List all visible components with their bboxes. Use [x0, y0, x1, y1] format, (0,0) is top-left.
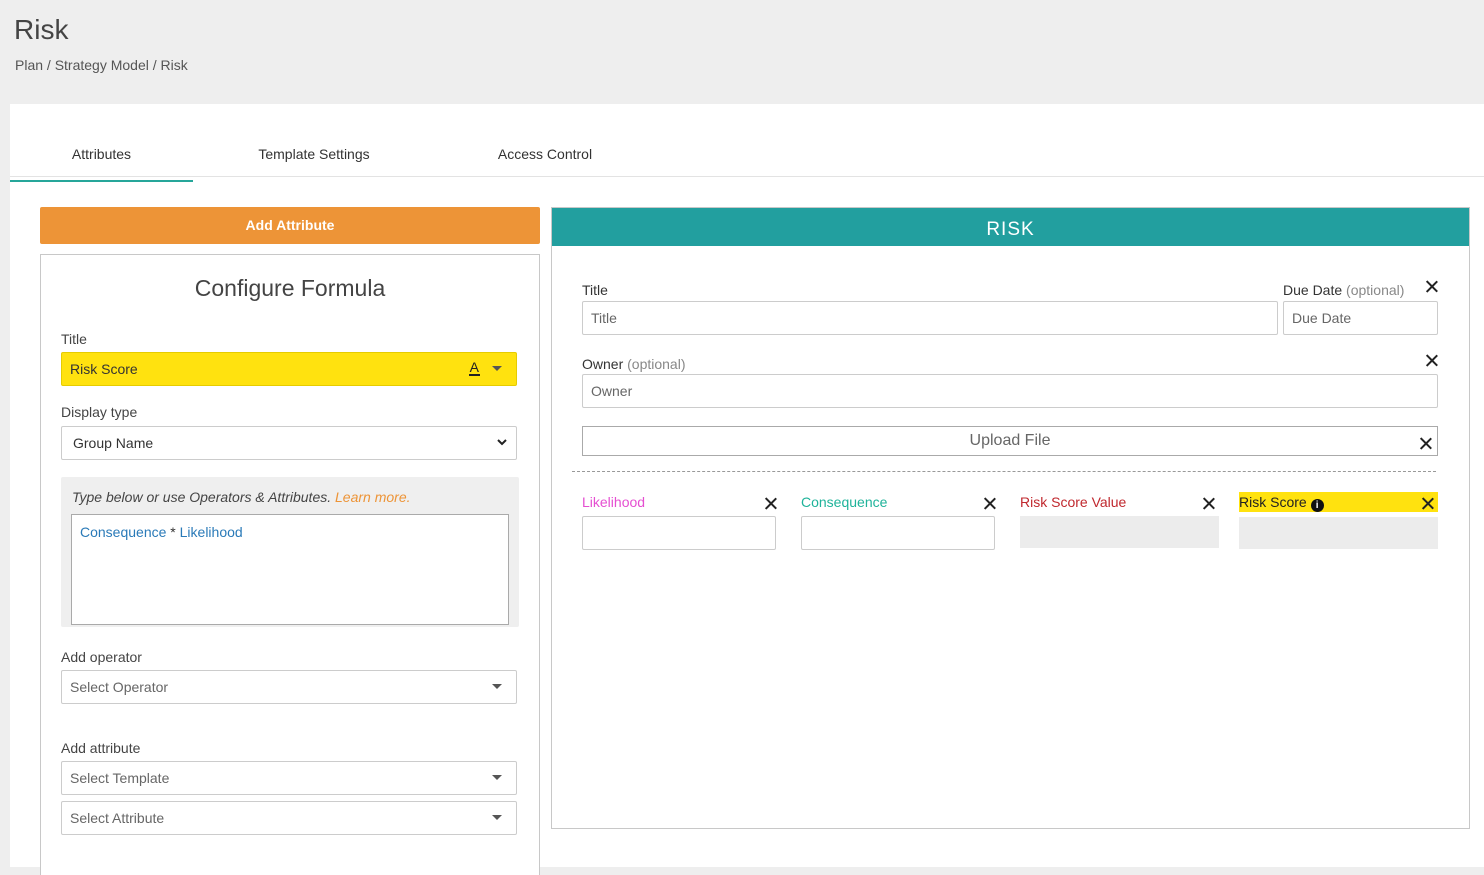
close-icon[interactable]	[1426, 281, 1437, 292]
tab-access-control[interactable]: Access Control	[430, 146, 660, 162]
chevron-down-icon	[497, 439, 507, 446]
formula-token[interactable]: Consequence	[80, 524, 166, 540]
title-label: Title	[61, 331, 87, 347]
template-select[interactable]: Select Template	[61, 761, 517, 795]
add-attribute-button[interactable]: Add Attribute	[40, 207, 540, 244]
chevron-down-icon[interactable]	[492, 366, 502, 371]
formula-editor: Type below or use Operators & Attributes…	[61, 477, 519, 627]
risk-header: RISK	[552, 208, 1469, 246]
consequence-label: Consequence	[801, 494, 888, 510]
formula-hint: Type below or use Operators & Attributes…	[72, 489, 411, 505]
display-type-select[interactable]: Group Name	[61, 426, 517, 460]
add-operator-label: Add operator	[61, 649, 142, 665]
formula-operator: *	[170, 524, 176, 540]
configure-formula-panel: Configure Formula Title Risk Score A Dis…	[40, 254, 540, 875]
close-icon[interactable]	[1426, 355, 1437, 366]
owner-input[interactable]: Owner	[582, 374, 1438, 408]
operator-select[interactable]: Select Operator	[61, 670, 517, 704]
info-icon[interactable]: i	[1310, 499, 1324, 512]
tab-attributes[interactable]: Attributes	[10, 146, 193, 182]
breadcrumb[interactable]: Plan / Strategy Model / Risk	[15, 57, 188, 73]
likelihood-input[interactable]	[582, 516, 776, 550]
formula-token[interactable]: Likelihood	[180, 524, 243, 540]
risk-score-field	[1239, 517, 1438, 549]
consequence-input[interactable]	[801, 516, 995, 550]
risk-preview-panel: RISK Title Title Due Date (optional) Due…	[551, 207, 1470, 829]
tab-template-settings[interactable]: Template Settings	[200, 146, 428, 162]
risk-title-input[interactable]: Title	[582, 301, 1278, 335]
owner-label: Owner (optional)	[582, 356, 686, 372]
due-date-input[interactable]: Due Date	[1283, 301, 1438, 335]
config-title: Configure Formula	[194, 275, 386, 301]
close-icon[interactable]	[1422, 498, 1433, 509]
main-card: Attributes Template Settings Access Cont…	[10, 104, 1484, 875]
upload-file-button[interactable]: Upload File	[582, 426, 1438, 456]
attribute-select[interactable]: Select Attribute	[61, 801, 517, 835]
title-value: Risk Score	[70, 361, 138, 377]
divider	[572, 471, 1436, 472]
close-icon[interactable]	[765, 498, 776, 509]
formula-input[interactable]: Consequence * Likelihood	[71, 514, 509, 625]
risk-score-label: Risk Score i	[1239, 492, 1438, 512]
close-icon[interactable]	[1203, 498, 1214, 509]
chevron-down-icon	[492, 775, 502, 780]
page-title: Risk	[14, 14, 69, 45]
title-input[interactable]: Risk Score A	[61, 352, 517, 386]
chevron-down-icon	[492, 684, 502, 689]
close-icon[interactable]	[1420, 438, 1431, 449]
risk-score-value-label: Risk Score Value	[1020, 494, 1127, 510]
close-icon[interactable]	[984, 498, 995, 509]
learn-more-link[interactable]: Learn more.	[335, 489, 410, 505]
font-color-icon[interactable]: A	[468, 360, 480, 376]
likelihood-label: Likelihood	[582, 494, 646, 510]
tab-bar: Attributes Template Settings Access Cont…	[10, 104, 1484, 182]
chevron-down-icon	[492, 815, 502, 820]
display-type-label: Display type	[61, 404, 138, 420]
display-type-value: Group Name	[73, 435, 154, 451]
risk-title-label: Title	[582, 282, 608, 298]
due-date-label: Due Date (optional)	[1283, 282, 1405, 298]
add-attribute-label: Add attribute	[61, 740, 141, 756]
risk-score-value-field	[1020, 516, 1219, 548]
